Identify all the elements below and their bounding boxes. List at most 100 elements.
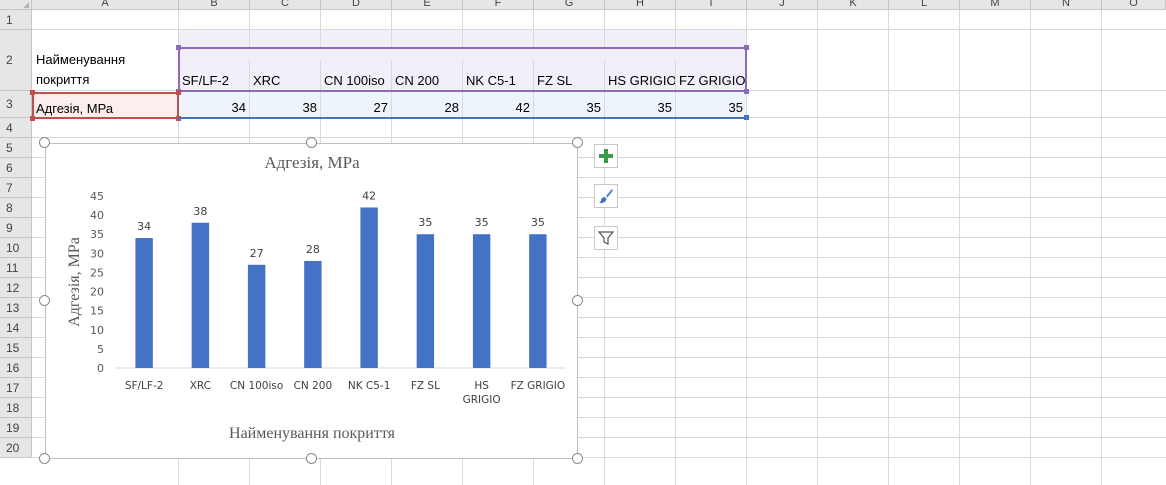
plus-icon [599,149,613,163]
row-header-2[interactable]: 2 [0,30,32,91]
column-header-l[interactable]: L [889,0,960,10]
bar-3 [247,264,266,368]
cell-a2-header[interactable]: Найменування покриття [33,48,178,91]
column-header-n[interactable]: N [1031,0,1102,10]
chart-resize-handle[interactable] [572,295,583,306]
range-resize-handle[interactable] [176,90,181,95]
y-tick-label: 40 [90,209,104,222]
x-tick-label: GRIGIO [463,394,501,406]
cell-coating-name[interactable]: CN 200 [392,30,462,90]
row-header-9[interactable]: 9 [0,218,32,238]
spreadsheet-grid[interactable]: ABCDEFGHIJKLMNO 1 2 3 4 5 6 7 8 9 10 11 12 13 14 15 16 1… [0,0,1166,485]
cell-adhesion-value[interactable]: 38 [250,91,320,117]
column-header-e[interactable]: E [392,0,463,10]
row-header-5[interactable]: 5 [0,138,32,158]
row-header-7[interactable]: 7 [0,178,32,198]
chart-filters-button[interactable] [594,226,618,250]
range-resize-handle[interactable] [30,116,35,121]
cell-a3-row-label[interactable]: Адгезія, МРа [33,93,178,118]
column-header-k[interactable]: K [818,0,889,10]
row-header-15[interactable]: 15 [0,338,32,358]
gridline-vertical [746,10,747,485]
select-all-corner[interactable] [0,0,32,10]
column-header-g[interactable]: G [534,0,605,10]
bar-6 [416,234,435,368]
cell-coating-name[interactable]: XRC [250,30,320,90]
row-header-1[interactable]: 1 [0,10,32,30]
cell-coating-name[interactable]: HS GRIGIO [605,30,675,90]
y-tick-label: 10 [90,324,104,337]
cell-adhesion-value[interactable]: 34 [179,91,249,117]
row-header-3[interactable]: 3 [0,91,32,118]
cell-coating-name[interactable]: SF/LF-2 [179,30,249,90]
range-resize-handle[interactable] [744,115,749,120]
x-tick-label: XRC [190,380,211,392]
row-header-6[interactable]: 6 [0,158,32,178]
column-header-h[interactable]: H [605,0,676,10]
column-header-j[interactable]: J [747,0,818,10]
cell-adhesion-value[interactable]: 42 [463,91,533,117]
row-header-19[interactable]: 19 [0,418,32,438]
row-header-12[interactable]: 12 [0,278,32,298]
chart-resize-handle[interactable] [572,453,583,464]
range-resize-handle[interactable] [30,90,35,95]
column-header-f[interactable]: F [463,0,534,10]
chart-resize-handle[interactable] [39,295,50,306]
column-header-m[interactable]: M [960,0,1031,10]
chart-elements-button[interactable] [594,144,618,168]
row-header-4[interactable]: 4 [0,118,32,138]
range-resize-handle[interactable] [744,45,749,50]
gridline-vertical [1101,10,1102,485]
chart-resize-handle[interactable] [39,137,50,148]
cell-coating-name[interactable]: FZ GRIGIO [676,30,746,90]
column-header-d[interactable]: D [321,0,392,10]
bar-2 [191,222,210,368]
column-header-i[interactable]: I [676,0,747,10]
x-tick-label: CN 200 [294,380,333,392]
cell-adhesion-value[interactable]: 35 [534,91,604,117]
data-label: 38 [193,205,207,218]
bar-chart[interactable]: Адгезія, МРа Найменування покриття Адгезія… [45,143,578,459]
data-label: 42 [362,189,376,202]
bar-5 [360,207,378,368]
y-tick-label: 20 [90,286,104,299]
chart-resize-handle[interactable] [572,137,583,148]
gridline-vertical [888,10,889,485]
row-header-18[interactable]: 18 [0,398,32,418]
cell-adhesion-value[interactable]: 35 [605,91,675,117]
row-header-17[interactable]: 17 [0,378,32,398]
range-resize-handle[interactable] [176,116,181,121]
column-header-c[interactable]: C [250,0,321,10]
row-header-13[interactable]: 13 [0,298,32,318]
cell-coating-name[interactable]: FZ SL [534,30,604,90]
chart-resize-handle[interactable] [305,453,317,464]
x-axis-title: Найменування покриття [229,425,396,442]
data-label: 34 [137,220,151,233]
row-header-14[interactable]: 14 [0,318,32,338]
gridline-horizontal [32,137,1166,138]
column-header-o[interactable]: O [1102,0,1166,10]
filter-icon [598,231,614,245]
range-resize-handle[interactable] [176,45,181,50]
range-resize-handle[interactable] [744,89,749,94]
cell-coating-name[interactable]: CN 100iso [321,30,391,90]
row-header-10[interactable]: 10 [0,238,32,258]
row-header-16[interactable]: 16 [0,358,32,378]
row-header-8[interactable]: 8 [0,198,32,218]
row-header-20[interactable]: 20 [0,438,32,458]
column-header-b[interactable]: B [179,0,250,10]
column-header-a[interactable]: A [32,0,179,10]
chart-styles-button[interactable] [594,184,618,208]
chart-resize-handle[interactable] [305,137,317,148]
y-axis-title: Адгезія, МРа [66,237,83,327]
cell-adhesion-value[interactable]: 35 [676,91,746,117]
data-label: 35 [418,216,432,229]
y-tick-label: 15 [90,305,104,318]
brush-icon [599,189,613,204]
cell-adhesion-value[interactable]: 28 [392,91,462,117]
cell-coating-name[interactable]: NK C5-1 [463,30,533,90]
row-header-11[interactable]: 11 [0,258,32,278]
chart-resize-handle[interactable] [39,453,50,464]
x-tick-label: FZ SL [411,380,440,392]
cell-adhesion-value[interactable]: 27 [321,91,391,117]
